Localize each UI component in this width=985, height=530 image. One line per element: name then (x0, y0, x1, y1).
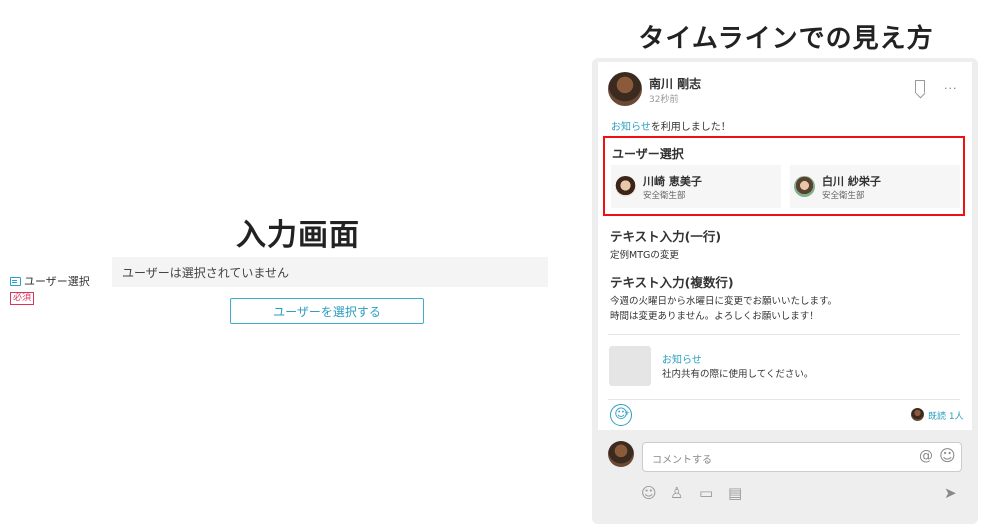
user-department: 安全衛生部 (643, 191, 686, 201)
add-reaction-button[interactable]: ☺ + (610, 404, 632, 426)
mention-icon[interactable]: @ (919, 448, 933, 464)
notice-thumbnail[interactable] (609, 346, 651, 386)
read-avatar (911, 408, 924, 421)
divider (608, 334, 960, 335)
post-timestamp: 32秒前 (649, 95, 679, 105)
author-avatar[interactable] (608, 72, 642, 106)
timeline-heading: タイムラインでの見え方 (638, 24, 934, 54)
input-screen-title: 入力画面 (236, 218, 360, 253)
selected-user-chip[interactable]: 白川 紗栄子 安全衛生部 (790, 165, 960, 208)
emoji-icon[interactable]: ☺ (939, 446, 956, 465)
notice-app-link[interactable]: お知らせ (611, 122, 651, 133)
required-badge: 必須 (10, 292, 35, 305)
text-single-label: テキスト入力(一行) (610, 229, 722, 244)
no-users-selected-text: ユーザーは選択されていません (122, 266, 290, 280)
user-avatar (615, 176, 636, 197)
selected-users-box: ユーザーは選択されていません (112, 257, 548, 287)
id-card-icon (10, 276, 21, 286)
comment-avatar (608, 441, 634, 467)
more-options-icon[interactable]: ··· (944, 82, 958, 95)
post-intro: お知らせを利用しました！ (611, 118, 731, 133)
user-select-field-label: ユーザー選択 必須 (10, 273, 90, 305)
user-name: 川崎 恵美子 (643, 175, 702, 188)
emoji-icon[interactable]: ☺ (641, 484, 657, 502)
comment-placeholder: コメントする (652, 455, 712, 466)
notice-description: 社内共有の際に使用してください。 (662, 369, 814, 380)
text-multi-label: テキスト入力(複数行) (610, 275, 734, 290)
selected-user-chip[interactable]: 川崎 恵美子 安全衛生部 (611, 165, 781, 208)
field-label-text: ユーザー選択 (24, 275, 90, 288)
divider (608, 399, 960, 400)
user-avatar (794, 176, 815, 197)
post-intro-text: を利用しました！ (650, 122, 731, 133)
user-selection-label: ユーザー選択 (612, 147, 684, 161)
select-user-button[interactable]: ユーザーを選択する (230, 298, 424, 324)
plus-icon: + (624, 409, 630, 417)
stamp-icon[interactable]: ♙ (670, 484, 683, 502)
author-name[interactable]: 南川 剛志 (649, 75, 701, 92)
text-single-value: 定例MTGの変更 (610, 250, 679, 261)
user-name: 白川 紗栄子 (822, 175, 881, 188)
image-icon[interactable]: ▭ (699, 484, 713, 502)
read-count[interactable]: 既読 1人 (928, 409, 964, 422)
text-multi-line-1: 今週の火曜日から水曜日に変更でお願いいたします。 (610, 296, 838, 307)
comment-input[interactable]: コメントする @ ☺ (642, 442, 962, 472)
file-icon[interactable]: ▤ (728, 484, 742, 502)
text-multi-line-2: 時間は変更ありません。よろしくお願いします！ (610, 311, 819, 322)
send-icon[interactable]: ➤ (944, 484, 957, 502)
user-department: 安全衛生部 (822, 191, 865, 201)
bookmark-icon[interactable] (915, 80, 925, 93)
notice-title-link[interactable]: お知らせ (662, 351, 702, 366)
